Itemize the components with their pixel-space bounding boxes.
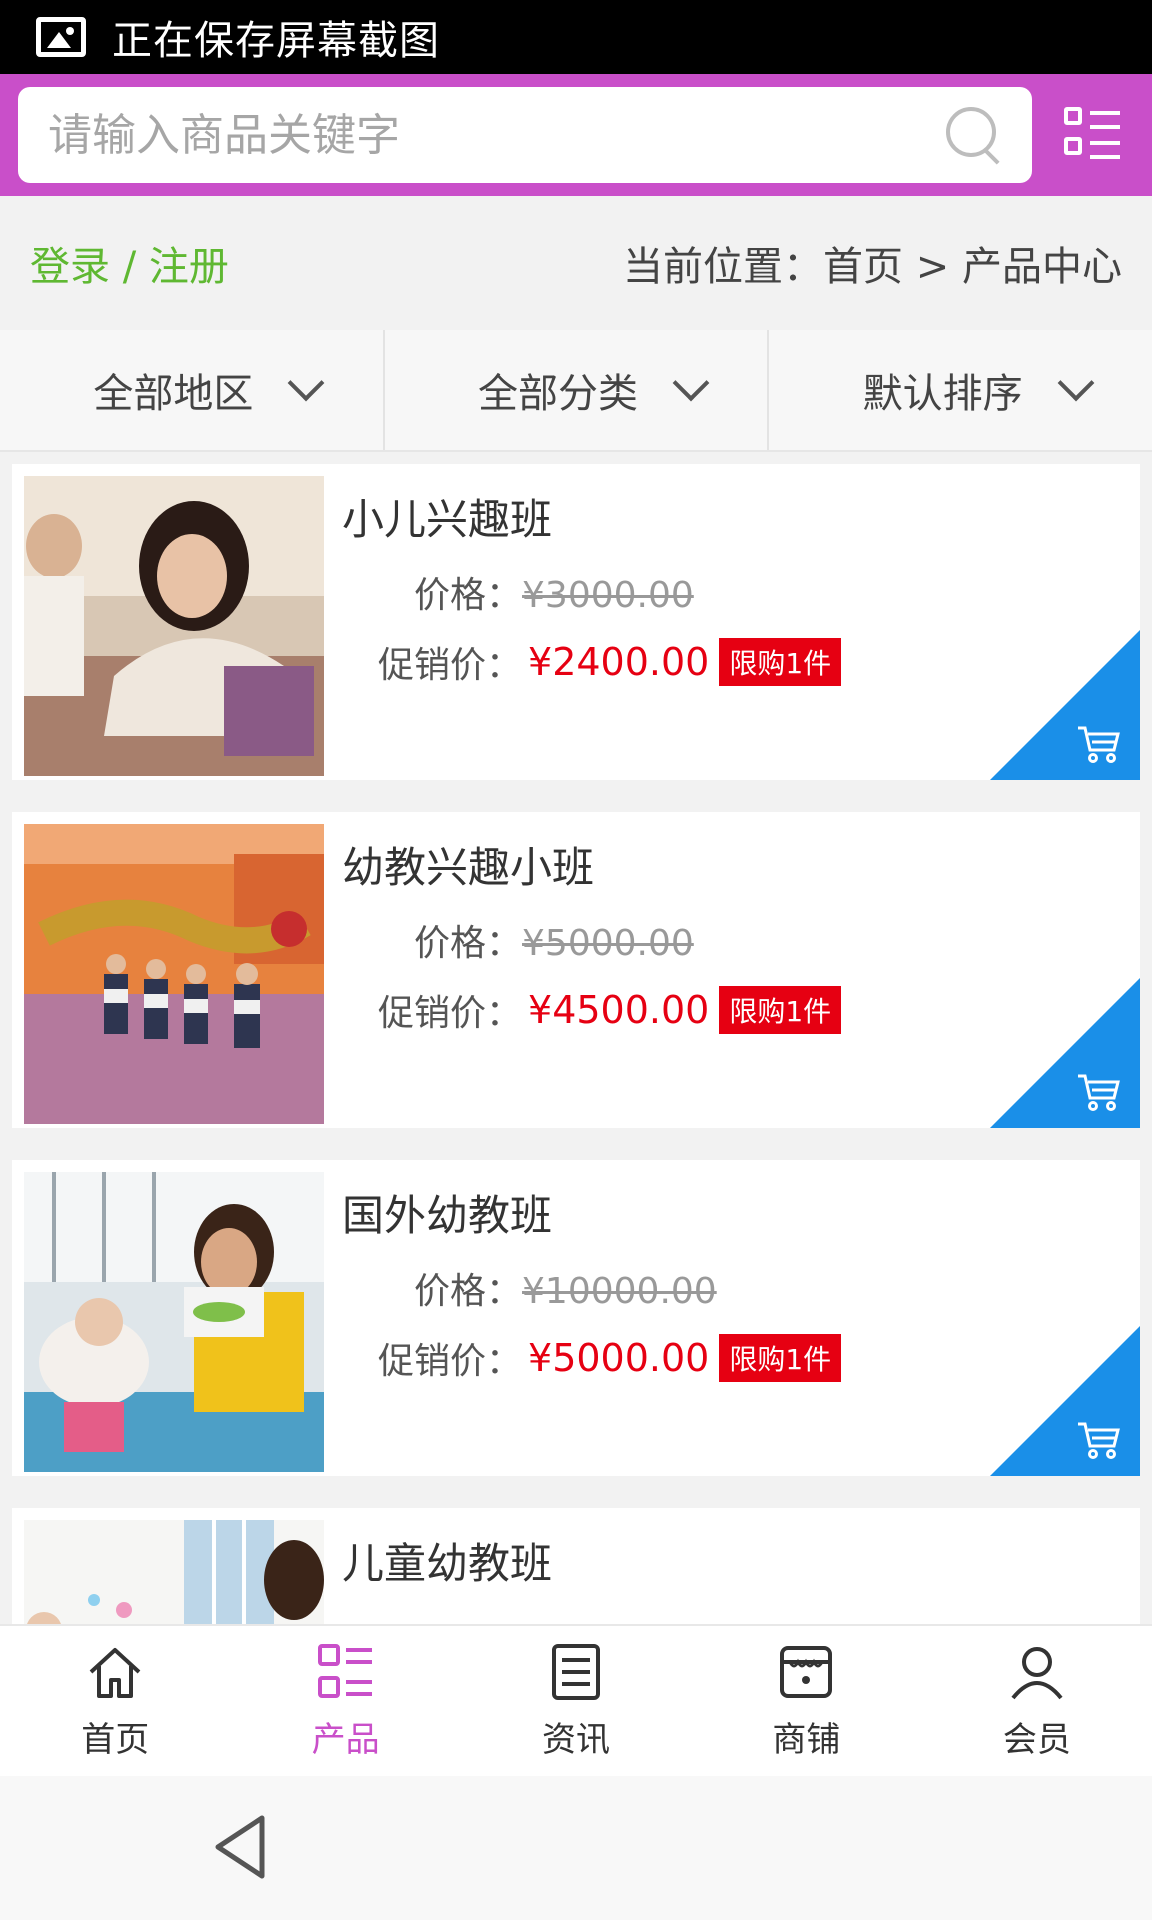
grid-menu-icon[interactable] bbox=[1064, 107, 1120, 163]
original-price: ¥3000.00 bbox=[522, 575, 694, 616]
image-icon bbox=[36, 17, 86, 57]
price-row: 价格：¥10000.00 bbox=[414, 1262, 717, 1314]
nav-label: 资讯 bbox=[542, 1719, 611, 1760]
promo-price: ¥2400.00 bbox=[528, 640, 710, 684]
product-title[interactable]: 儿童幼教班 bbox=[342, 1530, 552, 1591]
product-title[interactable]: 国外幼教班 bbox=[342, 1182, 552, 1243]
promo-row: 促销价： ¥5000.00 限购1件 bbox=[378, 1332, 842, 1384]
store-icon bbox=[780, 1645, 833, 1698]
original-price: ¥5000.00 bbox=[522, 923, 694, 964]
product-card[interactable]: 小儿兴趣班 价格：¥3000.00 促销价： ¥2400.00 限购1件 bbox=[12, 464, 1140, 780]
limit-badge: 限购1件 bbox=[719, 1334, 842, 1382]
product-grid-icon bbox=[317, 1643, 372, 1698]
product-list: 小儿兴趣班 价格：¥3000.00 促销价： ¥2400.00 限购1件 幼教兴… bbox=[12, 464, 1140, 1648]
chevron-down-icon bbox=[1057, 364, 1095, 402]
filter-region[interactable]: 全部地区 bbox=[0, 330, 385, 450]
cart-icon[interactable] bbox=[1076, 724, 1122, 764]
nav-home[interactable]: 首页 bbox=[0, 1626, 230, 1776]
news-icon bbox=[552, 1643, 601, 1700]
cart-icon[interactable] bbox=[1076, 1420, 1122, 1460]
chevron-down-icon bbox=[287, 364, 325, 402]
product-image[interactable] bbox=[24, 1172, 324, 1472]
product-title[interactable]: 小儿兴趣班 bbox=[342, 486, 552, 547]
product-image[interactable] bbox=[24, 824, 324, 1124]
breadcrumb: 当前位置：首页 > 产品中心 bbox=[623, 244, 1122, 290]
back-icon[interactable] bbox=[210, 1812, 270, 1882]
filter-label: 默认排序 bbox=[862, 371, 1023, 417]
search-input[interactable] bbox=[48, 109, 946, 161]
search-box[interactable] bbox=[18, 87, 1032, 183]
filter-label: 全部分类 bbox=[478, 371, 638, 417]
nav-products[interactable]: 产品 bbox=[230, 1626, 460, 1776]
filter-bar: 全部地区 全部分类 默认排序 bbox=[0, 330, 1152, 452]
product-title[interactable]: 幼教兴趣小班 bbox=[342, 834, 594, 895]
search-icon[interactable] bbox=[946, 107, 1002, 163]
status-text: 正在保存屏幕截图 bbox=[112, 18, 440, 64]
status-bar: 正在保存屏幕截图 bbox=[0, 0, 1152, 74]
home-icon bbox=[89, 1647, 141, 1698]
product-card[interactable]: 幼教兴趣小班 价格：¥5000.00 促销价： ¥4500.00 限购1件 bbox=[12, 812, 1140, 1128]
header bbox=[0, 74, 1152, 196]
system-nav-bar bbox=[0, 1776, 1152, 1920]
promo-label: 促销价： bbox=[378, 993, 523, 1034]
price-row: 价格：¥3000.00 bbox=[414, 566, 694, 618]
promo-row: 促销价： ¥4500.00 限购1件 bbox=[378, 984, 842, 1036]
cart-icon[interactable] bbox=[1076, 1072, 1122, 1112]
nav-label: 首页 bbox=[81, 1719, 150, 1760]
user-icon bbox=[1011, 1646, 1063, 1699]
filter-sort[interactable]: 默认排序 bbox=[769, 330, 1152, 450]
price-label: 价格： bbox=[414, 923, 523, 964]
nav-label: 产品 bbox=[311, 1719, 380, 1760]
nav-news[interactable]: 资讯 bbox=[461, 1626, 691, 1776]
price-label: 价格： bbox=[414, 575, 523, 616]
promo-row: 促销价： ¥2400.00 限购1件 bbox=[378, 636, 842, 688]
promo-price: ¥4500.00 bbox=[528, 988, 710, 1032]
nav-label: 商铺 bbox=[772, 1719, 841, 1760]
limit-badge: 限购1件 bbox=[719, 638, 842, 686]
chevron-down-icon bbox=[672, 364, 710, 402]
product-image[interactable] bbox=[24, 476, 324, 776]
limit-badge: 限购1件 bbox=[719, 986, 842, 1034]
price-row: 价格：¥5000.00 bbox=[414, 914, 694, 966]
nav-label: 会员 bbox=[1002, 1719, 1071, 1760]
promo-price: ¥5000.00 bbox=[528, 1336, 710, 1380]
promo-label: 促销价： bbox=[378, 645, 523, 686]
product-card[interactable]: 国外幼教班 价格：¥10000.00 促销价： ¥5000.00 限购1件 bbox=[12, 1160, 1140, 1476]
info-bar: 登录 / 注册 当前位置：首页 > 产品中心 bbox=[0, 196, 1152, 330]
nav-store[interactable]: 商铺 bbox=[691, 1626, 921, 1776]
price-label: 价格： bbox=[414, 1271, 523, 1312]
nav-member[interactable]: 会员 bbox=[922, 1626, 1152, 1776]
promo-label: 促销价： bbox=[378, 1341, 523, 1382]
filter-label: 全部地区 bbox=[93, 371, 254, 417]
login-register-link[interactable]: 登录 / 注册 bbox=[30, 234, 229, 292]
filter-category[interactable]: 全部分类 bbox=[385, 330, 770, 450]
original-price: ¥10000.00 bbox=[522, 1271, 717, 1312]
bottom-nav: 首页 产品 资讯 商铺 会员 bbox=[0, 1624, 1152, 1776]
